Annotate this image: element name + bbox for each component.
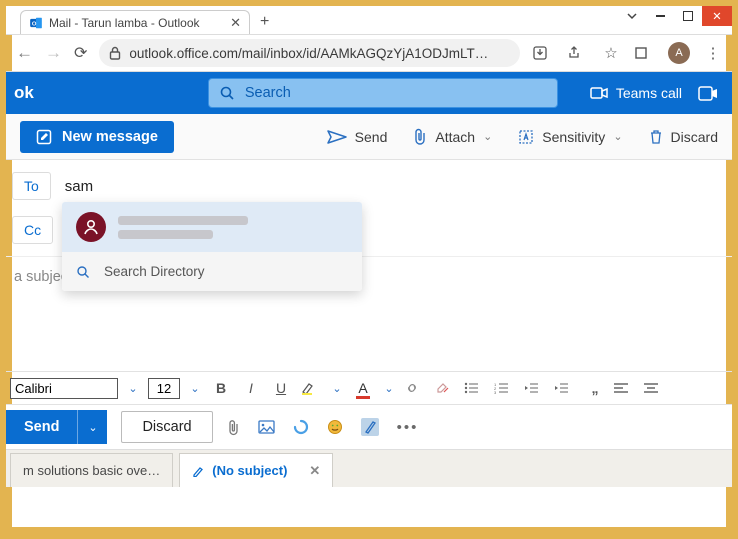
bullets-button[interactable] (464, 382, 486, 394)
discard-button-secondary[interactable]: Discard (121, 411, 212, 443)
send-split-button: Send ⌄ (6, 410, 107, 444)
lock-icon (109, 46, 121, 60)
suggestion-item[interactable] (62, 202, 362, 252)
tabs-dropdown-icon[interactable] (618, 6, 646, 26)
draft-tabs: m solutions basic ove… (No subject) ✕ (6, 449, 732, 487)
browser-addressbar: ← → ⟳ outlook.office.com/mail/inbox/id/A… (6, 34, 732, 72)
link-button[interactable] (404, 380, 426, 396)
browser-tab[interactable]: O Mail - Tarun lamba - Outlook ✕ (20, 10, 250, 34)
video-icon (590, 86, 608, 100)
numbering-button[interactable]: 123 (494, 382, 516, 394)
install-app-icon[interactable] (532, 45, 554, 61)
paperclip-icon (413, 128, 427, 146)
outdent-button[interactable] (524, 382, 546, 394)
chevron-down-icon: ⌄ (613, 130, 622, 143)
window-close-button[interactable]: ✕ (702, 6, 732, 26)
quote-button[interactable]: „ (584, 380, 606, 396)
signature-icon[interactable] (361, 418, 379, 436)
bold-button[interactable]: B (210, 380, 232, 396)
app-brand: ok (6, 83, 48, 103)
chevron-down-icon[interactable]: ⌄ (330, 382, 344, 395)
tab-title: Mail - Tarun lamba - Outlook (49, 16, 224, 30)
italic-button[interactable]: I (240, 380, 262, 396)
bookmark-star-icon[interactable]: ☆ (600, 44, 622, 62)
attach-inline-icon[interactable] (227, 419, 240, 436)
discard-button[interactable]: Discard (649, 129, 718, 145)
trash-icon (649, 129, 663, 145)
cc-chip[interactable]: Cc (12, 216, 53, 244)
chevron-down-icon[interactable]: ⌄ (126, 382, 140, 395)
search-icon (219, 85, 235, 101)
draft-tab-inactive[interactable]: m solutions basic ove… (10, 453, 173, 487)
new-message-button[interactable]: New message (20, 121, 174, 153)
pencil-icon (192, 465, 204, 477)
url-field[interactable]: outlook.office.com/mail/inbox/id/AAMkAGQ… (99, 39, 520, 67)
browser-menu-icon[interactable]: ⋮ (702, 44, 724, 62)
browser-tabstrip: O Mail - Tarun lamba - Outlook ✕ + ✕ (6, 6, 732, 34)
chevron-down-icon: ⌄ (483, 130, 492, 143)
indent-button[interactable] (554, 382, 576, 394)
person-avatar (76, 212, 106, 242)
to-input[interactable] (65, 178, 718, 195)
sensitivity-button[interactable]: Sensitivity ⌄ (518, 129, 622, 145)
send-bar: Send ⌄ Discard ••• (6, 405, 732, 449)
highlight-button[interactable] (300, 380, 322, 396)
back-button[interactable]: ← (16, 43, 33, 63)
outlook-icon: O (29, 16, 43, 30)
to-chip[interactable]: To (12, 172, 51, 200)
share-icon[interactable] (566, 45, 588, 61)
send-button-dropdown[interactable]: ⌄ (77, 410, 107, 444)
compose-toolbar: New message Send Attach ⌄ Sensitivity ⌄ … (6, 114, 732, 160)
font-size-select[interactable]: 12 (148, 378, 180, 399)
close-tab-icon[interactable]: ✕ (230, 15, 241, 31)
font-color-button[interactable]: A (352, 380, 374, 396)
more-options-icon[interactable]: ••• (397, 419, 419, 436)
window-controls: ✕ (618, 6, 732, 26)
url-text: outlook.office.com/mail/inbox/id/AAMkAGQ… (129, 46, 510, 61)
sensitivity-icon (518, 129, 534, 145)
profile-avatar[interactable]: A (668, 42, 690, 64)
meet-now-icon[interactable] (698, 86, 718, 101)
compose-area: To Cc a subject Search Directory (6, 160, 732, 371)
align-left-button[interactable] (614, 382, 636, 394)
clear-format-button[interactable] (434, 380, 456, 396)
teams-call-button[interactable]: Teams call (590, 85, 682, 101)
chevron-down-icon[interactable]: ⌄ (188, 382, 202, 395)
new-tab-button[interactable]: + (260, 13, 269, 31)
font-family-select[interactable]: Calibri (10, 378, 118, 399)
align-center-button[interactable] (644, 382, 666, 394)
loop-icon[interactable] (293, 419, 309, 435)
chevron-down-icon[interactable]: ⌄ (382, 382, 396, 395)
send-icon (327, 130, 347, 144)
suggestion-text (118, 216, 248, 239)
forward-button: → (45, 43, 62, 63)
extensions-icon[interactable] (634, 46, 656, 60)
send-button-primary[interactable]: Send (6, 410, 77, 444)
search-box[interactable] (208, 78, 558, 108)
window-maximize-button[interactable] (674, 6, 702, 26)
search-directory-item[interactable]: Search Directory (62, 252, 362, 291)
underline-button[interactable]: U (270, 380, 292, 396)
message-body[interactable] (6, 297, 732, 371)
close-icon[interactable]: ✕ (309, 463, 320, 479)
emoji-icon[interactable] (327, 419, 343, 435)
draft-tab-active[interactable]: (No subject) ✕ (179, 453, 333, 487)
format-toolbar: Calibri ⌄ 12 ⌄ B I U ⌄ A ⌄ 123 „ (6, 371, 732, 405)
app-header: ok Teams call (6, 72, 732, 114)
window-minimize-button[interactable] (646, 6, 674, 26)
send-button[interactable]: Send (327, 129, 388, 145)
people-suggestion-popup: Search Directory (62, 202, 362, 291)
insert-image-icon[interactable] (258, 420, 275, 434)
reload-button[interactable]: ⟳ (74, 43, 87, 63)
attach-button[interactable]: Attach ⌄ (413, 128, 492, 146)
search-icon (76, 265, 90, 279)
svg-text:3: 3 (494, 390, 497, 394)
compose-icon (36, 129, 52, 145)
search-input[interactable] (245, 85, 547, 101)
svg-text:O: O (32, 21, 37, 27)
